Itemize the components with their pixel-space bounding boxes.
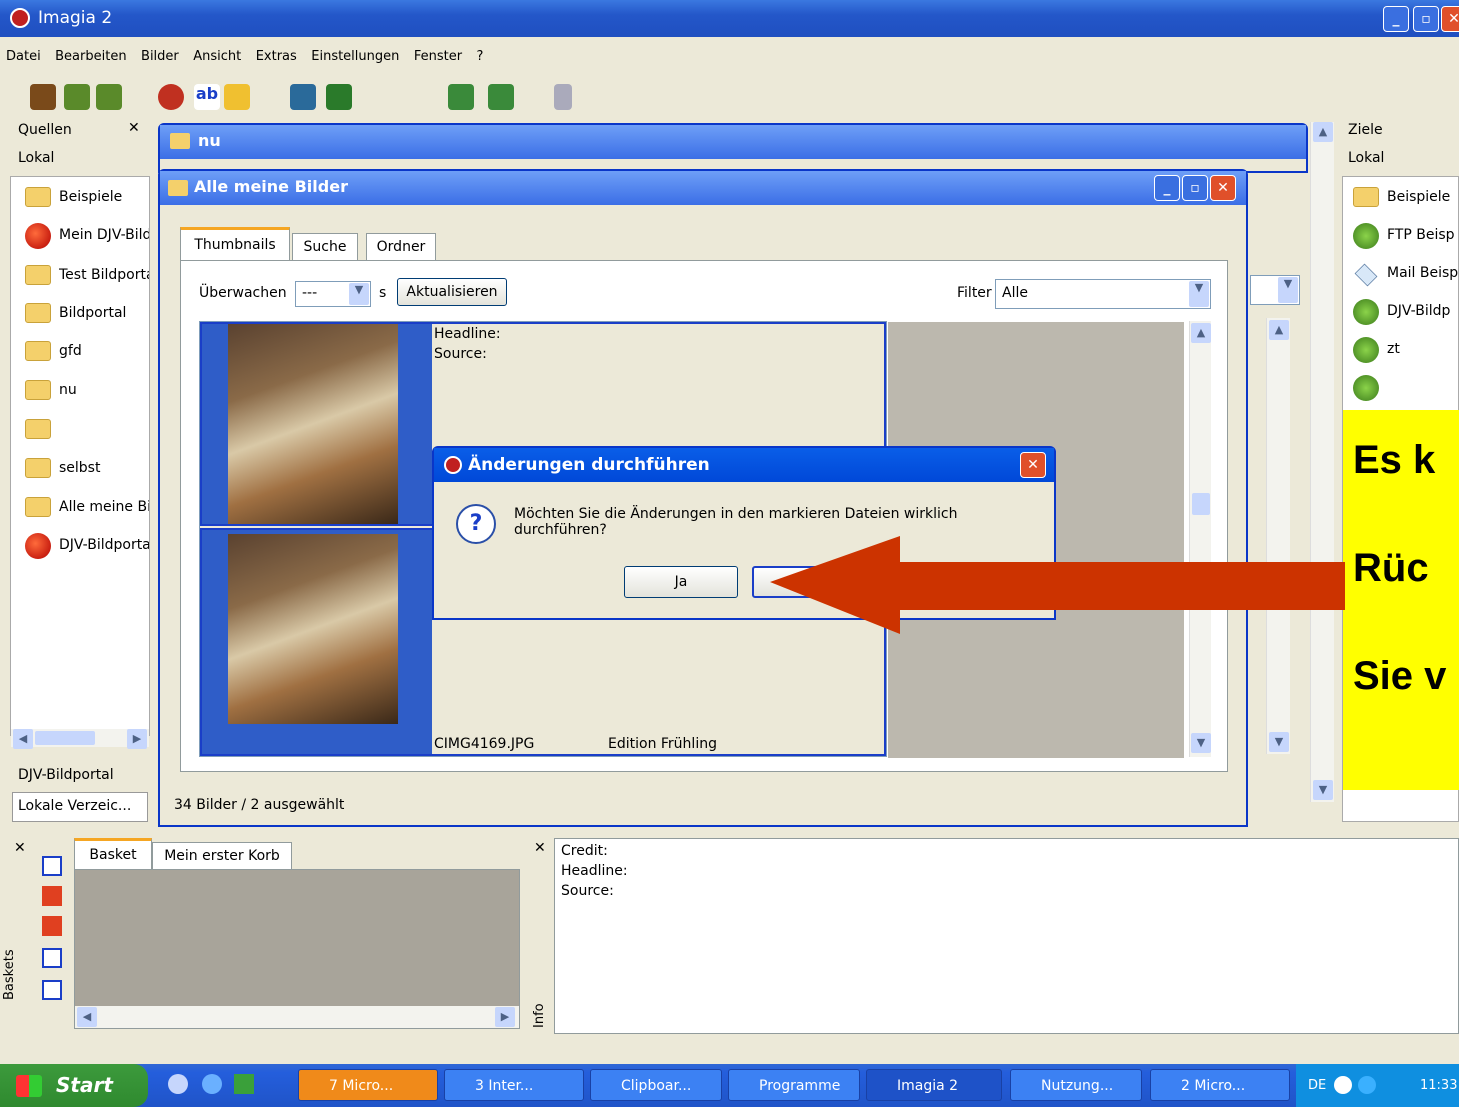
task-button[interactable]: 3 Inter... xyxy=(444,1069,584,1101)
quicklaunch-icon[interactable] xyxy=(168,1074,188,1094)
task-button[interactable]: Programme xyxy=(728,1069,860,1101)
basket-remove-icon[interactable] xyxy=(42,886,62,906)
task-button[interactable]: Imagia 2 xyxy=(866,1069,1002,1101)
task-label: Programme xyxy=(759,1078,841,1094)
taskbar: Start 7 Micro... 3 Inter... Clipboar... … xyxy=(0,1064,1459,1107)
task-button[interactable]: 7 Micro... xyxy=(298,1069,438,1101)
info-label: Info xyxy=(532,1003,547,1028)
close-info-icon[interactable]: ✕ xyxy=(534,840,546,856)
info-headline: Headline: xyxy=(561,863,628,879)
task-label: 7 Micro... xyxy=(329,1078,394,1094)
task-label: 3 Inter... xyxy=(475,1078,534,1094)
task-label: 2 Micro... xyxy=(1181,1078,1246,1094)
task-label: Imagia 2 xyxy=(897,1078,959,1094)
basket-delete-icon[interactable] xyxy=(42,916,62,936)
basket-tools xyxy=(40,856,64,1006)
basket-add-icon[interactable] xyxy=(42,856,62,876)
task-button[interactable]: 2 Micro... xyxy=(1150,1069,1290,1101)
system-tray: DE 11:33 xyxy=(1296,1064,1459,1107)
info-source: Source: xyxy=(561,883,614,899)
windows-logo-icon xyxy=(16,1075,42,1097)
tray-icon[interactable] xyxy=(1334,1076,1352,1094)
basket-content: ◀ ▶ xyxy=(74,869,520,1029)
basket-copy-icon[interactable] xyxy=(42,980,62,1000)
close-baskets-icon[interactable]: ✕ xyxy=(14,840,26,856)
tab-basket[interactable]: Basket xyxy=(74,838,152,870)
scroll-right-icon[interactable]: ▶ xyxy=(495,1007,515,1027)
task-label: Clipboar... xyxy=(621,1078,692,1094)
baskets-label: Baskets xyxy=(2,949,17,1000)
info-credit: Credit: xyxy=(561,843,608,859)
ie-icon[interactable] xyxy=(202,1074,222,1094)
start-button[interactable]: Start xyxy=(0,1064,148,1107)
scroll-left-icon[interactable]: ◀ xyxy=(77,1007,97,1027)
arrow-shape xyxy=(770,536,1345,634)
start-label: Start xyxy=(56,1073,113,1097)
outlook-icon[interactable] xyxy=(234,1074,254,1094)
task-label: Nutzung... xyxy=(1041,1078,1114,1094)
task-button[interactable]: Nutzung... xyxy=(1010,1069,1142,1101)
language-indicator[interactable]: DE xyxy=(1308,1064,1326,1107)
tab-mein-erster-korb[interactable]: Mein erster Korb xyxy=(152,842,292,870)
basket-hscroll[interactable]: ◀ ▶ xyxy=(75,1006,519,1028)
info-panel: Credit: Headline: Source: xyxy=(554,838,1459,1034)
clock: 11:33 xyxy=(1420,1078,1458,1093)
task-button[interactable]: Clipboar... xyxy=(590,1069,722,1101)
basket-export-icon[interactable] xyxy=(42,948,62,968)
tray-icon[interactable] xyxy=(1358,1076,1376,1094)
